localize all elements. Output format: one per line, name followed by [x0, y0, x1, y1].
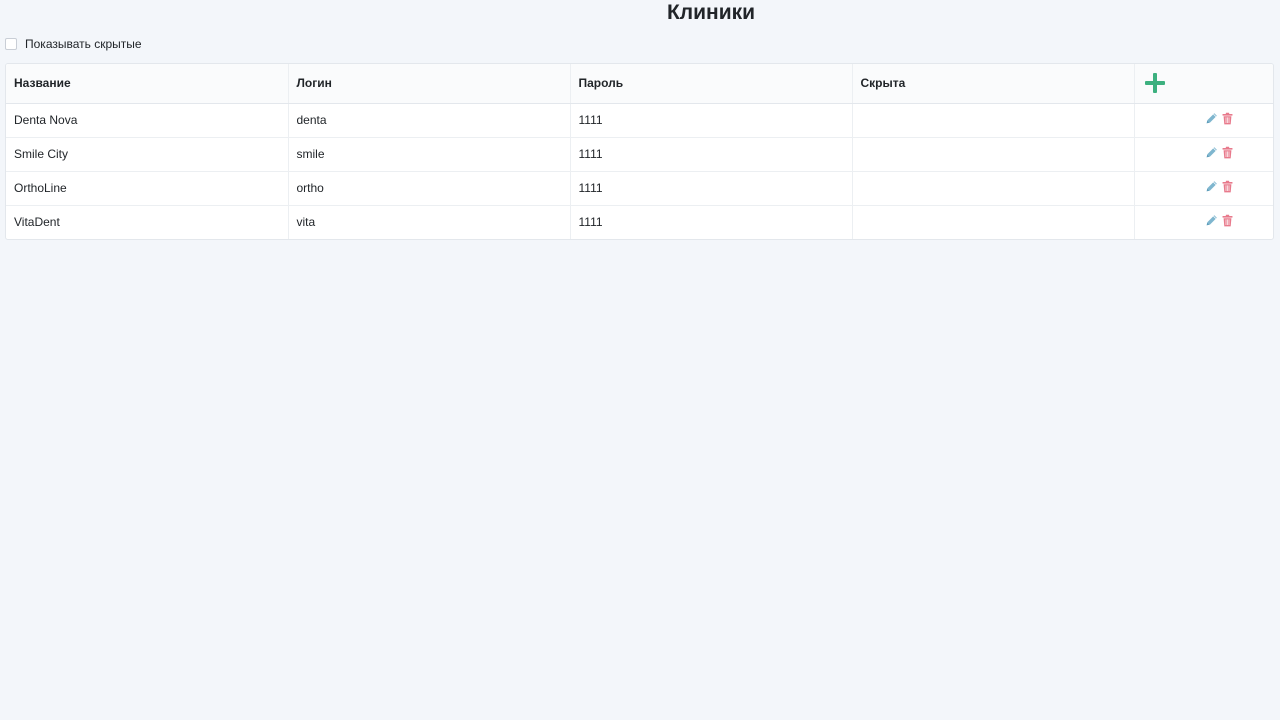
trash-icon	[1222, 146, 1233, 159]
cell-hidden	[852, 171, 1135, 206]
clinics-page: Клиники Показывать скрытые Название Логи…	[0, 0, 1280, 720]
pencil-icon	[1206, 215, 1218, 226]
table-row: Smile City smile 1111	[6, 137, 1273, 172]
cell-name: Smile City	[6, 137, 289, 172]
cell-login: denta	[288, 103, 571, 138]
table-row: VitaDent vita 1111	[6, 205, 1273, 239]
pencil-icon	[1206, 147, 1218, 158]
show-hidden-label: Показывать скрытые	[25, 37, 142, 51]
edit-button[interactable]	[1205, 214, 1218, 227]
cell-name: OrthoLine	[6, 171, 289, 206]
column-header-login: Логин	[288, 64, 571, 104]
table-row: Denta Nova denta 1111	[6, 103, 1273, 138]
column-header-actions	[1134, 64, 1273, 104]
pencil-icon	[1206, 181, 1218, 192]
cell-login: ortho	[288, 171, 571, 206]
cell-hidden	[852, 137, 1135, 172]
trash-icon	[1222, 215, 1233, 227]
cell-hidden	[852, 205, 1135, 239]
trash-icon	[1222, 180, 1233, 193]
edit-button[interactable]	[1205, 146, 1218, 159]
delete-button[interactable]	[1221, 180, 1234, 193]
cell-password: 1111	[570, 103, 853, 138]
cell-name: Denta Nova	[6, 103, 289, 138]
column-header-password: Пароль	[570, 64, 853, 104]
cell-password: 1111	[570, 137, 853, 172]
show-hidden-toggle[interactable]: Показывать скрытые	[5, 37, 142, 51]
page-title: Клиники	[666, 1, 756, 24]
edit-button[interactable]	[1205, 180, 1218, 193]
cell-login: smile	[288, 137, 571, 172]
pencil-icon	[1206, 113, 1218, 124]
delete-button[interactable]	[1221, 112, 1234, 125]
show-hidden-checkbox[interactable]	[5, 38, 17, 50]
column-header-hidden: Скрыта	[852, 64, 1135, 104]
delete-button[interactable]	[1221, 214, 1234, 227]
table-row: OrthoLine ortho 1111	[6, 171, 1273, 206]
cell-name: VitaDent	[6, 205, 289, 239]
trash-icon	[1222, 112, 1233, 125]
clinics-table: Название Логин Пароль Скрыта Denta Nova …	[5, 63, 1274, 240]
delete-button[interactable]	[1221, 146, 1234, 159]
cell-login: vita	[288, 205, 571, 239]
cell-hidden	[852, 103, 1135, 138]
cell-actions	[1134, 205, 1273, 239]
cell-actions	[1134, 137, 1273, 172]
column-header-name: Название	[6, 64, 289, 104]
cell-actions	[1134, 103, 1273, 138]
cell-password: 1111	[570, 205, 853, 239]
cell-actions	[1134, 171, 1273, 206]
edit-button[interactable]	[1205, 112, 1218, 125]
add-clinic-button[interactable]	[1144, 73, 1165, 94]
cell-password: 1111	[570, 171, 853, 206]
table-header-row: Название Логин Пароль Скрыта	[6, 64, 1273, 104]
